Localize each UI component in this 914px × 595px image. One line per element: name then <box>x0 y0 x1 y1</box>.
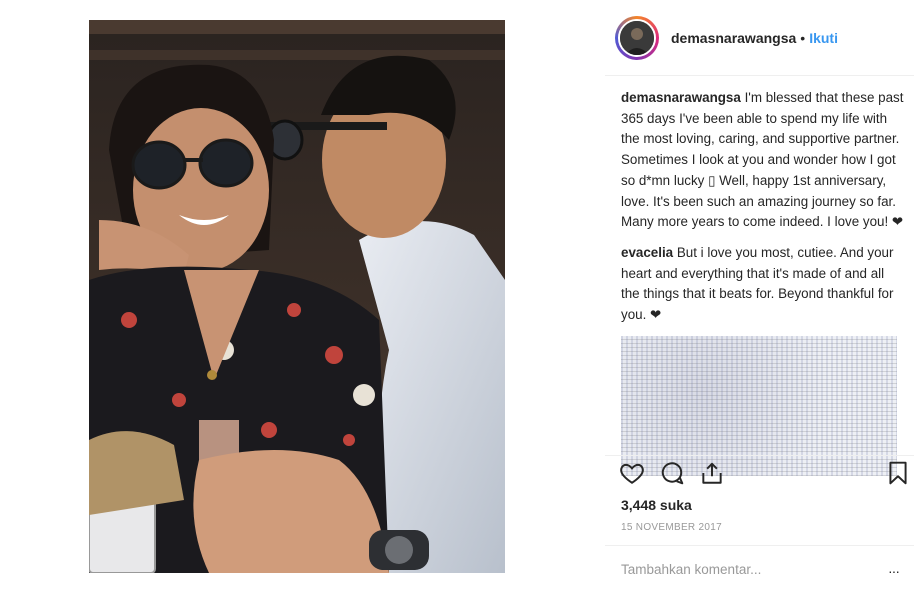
post-actions <box>619 460 911 492</box>
heart-icon[interactable] <box>619 460 647 488</box>
avatar-story-ring[interactable] <box>615 16 659 60</box>
header-divider <box>605 75 914 76</box>
post-photo[interactable] <box>89 20 505 573</box>
post-date[interactable]: 15 NOVEMBER 2017 <box>621 522 722 533</box>
comment-caption: demasnarawangsa I'm blessed that these p… <box>621 88 906 233</box>
comments-list: demasnarawangsa I'm blessed that these p… <box>621 88 906 476</box>
comment-username[interactable]: evacelia <box>621 245 673 260</box>
post-side-panel: demasnarawangsa • Ikuti demasnarawangsa … <box>605 0 914 595</box>
post-header: demasnarawangsa • Ikuti <box>605 12 914 64</box>
actions-divider <box>605 455 914 456</box>
comment-username[interactable]: demasnarawangsa <box>621 90 741 105</box>
photo-illustration <box>89 20 505 573</box>
header-separator: • <box>800 30 806 46</box>
header-username[interactable]: demasnarawangsa <box>671 30 796 46</box>
add-comment-input[interactable]: Tambahkan komentar... <box>621 562 761 577</box>
comment-input-divider <box>605 545 914 546</box>
comment-reply: evacelia But i love you most, cutiee. An… <box>621 243 906 326</box>
share-icon[interactable] <box>699 460 727 488</box>
avatar[interactable] <box>618 19 656 57</box>
avatar-image <box>620 21 654 55</box>
bookmark-icon[interactable] <box>885 460 913 488</box>
more-options-button[interactable]: ··· <box>888 563 900 579</box>
follow-button[interactable]: Ikuti <box>809 30 838 46</box>
comment-text: I'm blessed that these past 365 days I'v… <box>621 90 904 230</box>
likes-count[interactable]: 3,448 suka <box>621 497 692 513</box>
comment-icon[interactable] <box>659 460 687 488</box>
